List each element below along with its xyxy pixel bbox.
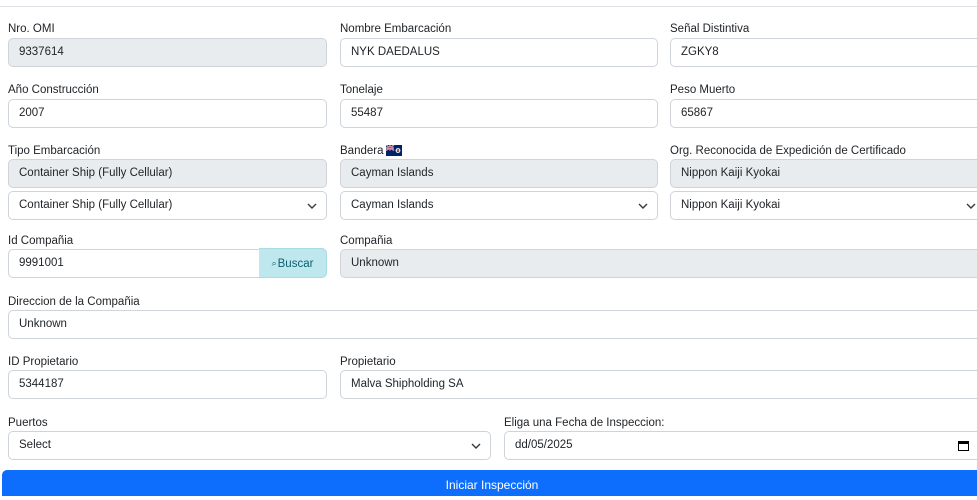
org-reconocida-field: Nippon Kaiji Kyokai — [670, 159, 977, 188]
puertos-selected: Select — [19, 439, 51, 451]
chevron-down-icon — [638, 203, 648, 209]
nombre-embarcacion-label: Nombre Embarcación — [340, 23, 452, 35]
propietario-label: Propietario — [340, 356, 396, 368]
senal-distintiva-input[interactable]: ZGKY8 — [670, 38, 977, 67]
bandera-field: Cayman Islands — [340, 159, 658, 188]
calendar-icon[interactable] — [958, 440, 969, 451]
nro-omi-field: 9337614 — [8, 38, 327, 67]
iniciar-inspeccion-button[interactable]: Iniciar Inspección — [2, 470, 977, 496]
tipo-embarcacion-label: Tipo Embarcación — [8, 145, 101, 157]
tonelaje-label: Tonelaje — [340, 84, 383, 96]
fecha-inspeccion-label: Eliga una Fecha de Inspeccion: — [504, 417, 665, 429]
anio-construccion-label: Año Construcción — [8, 84, 99, 96]
buscar-button-label: Buscar — [277, 258, 314, 270]
id-compania-label: Id Compañia — [8, 235, 74, 247]
chevron-down-icon — [307, 203, 317, 209]
bandera-select[interactable]: Cayman Islands — [340, 191, 658, 220]
nro-omi-label: Nro. OMI — [8, 23, 55, 35]
tipo-embarcacion-select[interactable]: Container Ship (Fully Cellular) — [8, 191, 327, 220]
fecha-inspeccion-input[interactable]: dd/05/2025 — [504, 431, 977, 460]
peso-muerto-input[interactable]: 65867 — [670, 99, 977, 128]
top-divider — [0, 6, 977, 7]
puertos-label: Puertos — [8, 417, 48, 429]
id-propietario-input[interactable]: 5344187 — [8, 370, 327, 399]
org-reconocida-selected: Nippon Kaiji Kyokai — [681, 199, 781, 211]
compania-label: Compañia — [340, 235, 393, 247]
bandera-label: Bandera — [340, 144, 403, 158]
chevron-down-icon — [966, 203, 976, 209]
org-reconocida-select[interactable]: Nippon Kaiji Kyokai — [670, 191, 977, 220]
peso-muerto-label: Peso Muerto — [670, 84, 736, 96]
tipo-embarcacion-field: Container Ship (Fully Cellular) — [8, 159, 327, 188]
propietario-input[interactable]: Malva Shipholding SA — [340, 370, 977, 399]
id-propietario-label: ID Propietario — [8, 356, 79, 368]
search-icon: ⌕ — [271, 258, 277, 268]
puertos-select[interactable]: Select — [8, 431, 491, 460]
buscar-button[interactable]: ⌕Buscar — [259, 248, 327, 278]
anio-construccion-input[interactable]: 2007 — [8, 99, 327, 128]
senal-distintiva-label: Señal Distintiva — [670, 23, 750, 35]
chevron-down-icon — [471, 443, 481, 449]
bandera-selected: Cayman Islands — [351, 199, 434, 211]
tipo-embarcacion-selected: Container Ship (Fully Cellular) — [19, 199, 173, 211]
id-compania-input[interactable]: 9991001 — [8, 249, 260, 278]
compania-field: Unknown — [340, 249, 977, 278]
direccion-compania-input[interactable]: Unknown — [8, 310, 977, 339]
nombre-embarcacion-input[interactable]: NYK DAEDALUS — [340, 38, 658, 67]
org-reconocida-label: Org. Reconocida de Expedición de Certifi… — [670, 145, 906, 157]
fecha-inspeccion-value: dd/05/2025 — [515, 439, 573, 451]
bandera-label-text: Bandera — [340, 145, 384, 157]
direccion-compania-label: Direccion de la Compañia — [8, 296, 140, 308]
tonelaje-input[interactable]: 55487 — [340, 99, 658, 128]
cayman-islands-flag-icon — [386, 145, 403, 156]
